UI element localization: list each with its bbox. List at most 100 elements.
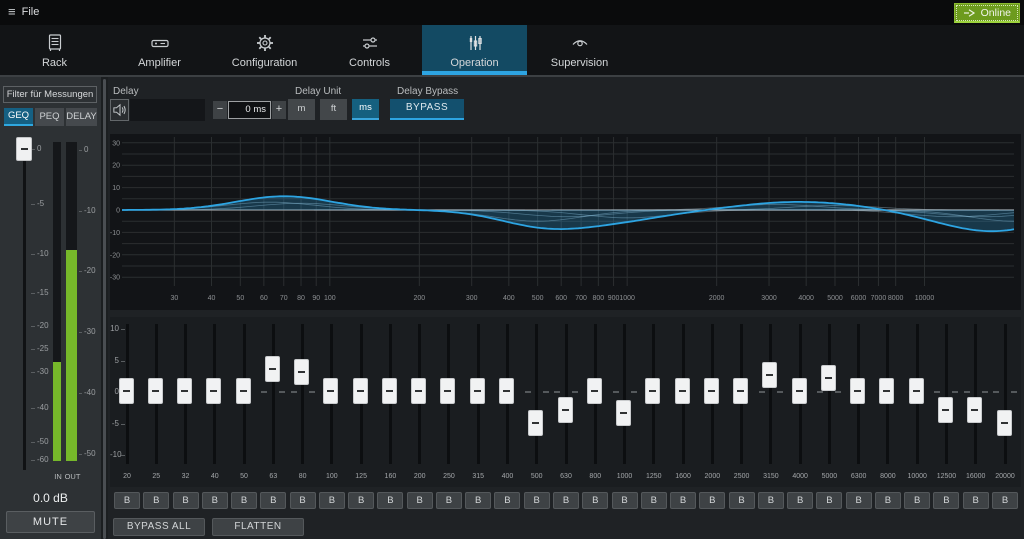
geq-slider-handle-32[interactable] bbox=[177, 378, 192, 404]
band-bypass-button-50[interactable]: B bbox=[231, 492, 257, 509]
meter-tick-label: -40 bbox=[84, 389, 96, 397]
geq-slider-handle-80[interactable] bbox=[294, 359, 309, 385]
band-bypass-button-2000[interactable]: B bbox=[699, 492, 725, 509]
geq-slider-handle-5000[interactable] bbox=[821, 365, 836, 391]
band-bypass-button-630[interactable]: B bbox=[553, 492, 579, 509]
file-menu[interactable]: ≡ File bbox=[8, 5, 39, 19]
geq-slider-handle-3150[interactable] bbox=[762, 362, 777, 388]
filter-tab-geq[interactable]: GEQ bbox=[4, 108, 33, 126]
tab-operation[interactable]: Operation bbox=[422, 25, 527, 75]
geq-slider-handle-200[interactable] bbox=[411, 378, 426, 404]
delay-increment-button[interactable]: + bbox=[272, 101, 286, 119]
geq-slider-track-12500[interactable] bbox=[945, 324, 948, 464]
master-fader-handle[interactable] bbox=[16, 137, 32, 161]
geq-slider-handle-1600[interactable] bbox=[675, 378, 690, 404]
band-bypass-button-125[interactable]: B bbox=[348, 492, 374, 509]
band-bypass-button-250[interactable]: B bbox=[436, 492, 462, 509]
band-bypass-button-12500[interactable]: B bbox=[933, 492, 959, 509]
geq-slider-handle-125[interactable] bbox=[353, 378, 368, 404]
geq-slider-handle-800[interactable] bbox=[587, 378, 602, 404]
band-bypass-button-25[interactable]: B bbox=[143, 492, 169, 509]
geq-slider-handle-40[interactable] bbox=[206, 378, 221, 404]
band-bypass-button-1250[interactable]: B bbox=[641, 492, 667, 509]
band-bypass-button-2500[interactable]: B bbox=[729, 492, 755, 509]
monitor-speaker-button[interactable] bbox=[110, 99, 129, 121]
geq-slider-handle-6300[interactable] bbox=[850, 378, 865, 404]
band-bypass-button-3150[interactable]: B bbox=[758, 492, 784, 509]
band-bypass-button-32[interactable]: B bbox=[173, 492, 199, 509]
unit-button-m[interactable]: m bbox=[288, 99, 315, 120]
geq-slider-handle-63[interactable] bbox=[265, 356, 280, 382]
channel-name-field[interactable] bbox=[130, 99, 205, 121]
geq-slider-handle-20[interactable] bbox=[119, 378, 134, 404]
mute-button[interactable]: MUTE bbox=[6, 511, 95, 533]
tab-controls[interactable]: Controls bbox=[317, 25, 422, 75]
geq-slider-track-3150[interactable] bbox=[769, 324, 772, 464]
geq-slider-track-5000[interactable] bbox=[828, 324, 831, 464]
band-bypass-button-315[interactable]: B bbox=[465, 492, 491, 509]
geq-slider-handle-8000[interactable] bbox=[879, 378, 894, 404]
band-bypass-button-8000[interactable]: B bbox=[875, 492, 901, 509]
band-bypass-button-5000[interactable]: B bbox=[816, 492, 842, 509]
geq-slider-handle-10000[interactable] bbox=[909, 378, 924, 404]
tab-configuration[interactable]: Configuration bbox=[212, 25, 317, 75]
band-bypass-button-20[interactable]: B bbox=[114, 492, 140, 509]
geq-slider-handle-160[interactable] bbox=[382, 378, 397, 404]
geq-slider-handle-100[interactable] bbox=[323, 378, 338, 404]
delay-bypass-button[interactable]: BYPASS bbox=[390, 99, 464, 120]
geq-slider-track-80[interactable] bbox=[301, 324, 304, 464]
geq-slider-track-1000[interactable] bbox=[623, 324, 626, 464]
band-bypass-button-500[interactable]: B bbox=[524, 492, 550, 509]
band-bypass-button-20000[interactable]: B bbox=[992, 492, 1018, 509]
geq-slider-handle-25[interactable] bbox=[148, 378, 163, 404]
band-bypass-button-800[interactable]: B bbox=[582, 492, 608, 509]
band-bypass-button-200[interactable]: B bbox=[407, 492, 433, 509]
tab-amplifier[interactable]: Amplifier bbox=[107, 25, 212, 75]
geq-slider-handle-400[interactable] bbox=[499, 378, 514, 404]
geq-slider-handle-1250[interactable] bbox=[645, 378, 660, 404]
geq-slider-handle-2000[interactable] bbox=[704, 378, 719, 404]
geq-slider-handle-630[interactable] bbox=[558, 397, 573, 423]
band-bypass-button-160[interactable]: B bbox=[377, 492, 403, 509]
delay-decrement-button[interactable]: − bbox=[213, 101, 227, 119]
geq-slider-handle-2500[interactable] bbox=[733, 378, 748, 404]
scrollbar-thumb[interactable] bbox=[103, 79, 106, 539]
band-bypass-button-40[interactable]: B bbox=[202, 492, 228, 509]
online-button[interactable]: Online bbox=[954, 3, 1020, 23]
filter-tab-peq[interactable]: PEQ bbox=[35, 108, 64, 126]
band-bypass-button-4000[interactable]: B bbox=[787, 492, 813, 509]
geq-slider-handle-12500[interactable] bbox=[938, 397, 953, 423]
band-bypass-button-80[interactable]: B bbox=[290, 492, 316, 509]
tab-supervision[interactable]: Supervision bbox=[527, 25, 632, 75]
bypass-all-button[interactable]: BYPASS ALL bbox=[113, 518, 205, 536]
geq-slider-track-630[interactable] bbox=[565, 324, 568, 464]
delay-value-field[interactable]: 0 ms bbox=[228, 101, 271, 119]
geq-slider-handle-4000[interactable] bbox=[792, 378, 807, 404]
geq-slider-track-20000[interactable] bbox=[1004, 324, 1007, 464]
band-bypass-button-16000[interactable]: B bbox=[963, 492, 989, 509]
geq-slider-track-63[interactable] bbox=[272, 324, 275, 464]
band-bypass-button-6300[interactable]: B bbox=[846, 492, 872, 509]
geq-slider-handle-250[interactable] bbox=[440, 378, 455, 404]
flatten-button[interactable]: FLATTEN bbox=[212, 518, 304, 536]
band-bypass-button-1000[interactable]: B bbox=[612, 492, 638, 509]
band-bypass-button-1600[interactable]: B bbox=[670, 492, 696, 509]
unit-button-ft[interactable]: ft bbox=[320, 99, 347, 120]
tab-rack[interactable]: Rack bbox=[2, 25, 107, 75]
geq-slider-handle-20000[interactable] bbox=[997, 410, 1012, 436]
unit-button-ms[interactable]: ms bbox=[352, 99, 379, 120]
sidebar-scrollbar[interactable] bbox=[101, 77, 108, 539]
geq-slider-track-500[interactable] bbox=[535, 324, 538, 464]
geq-slider-handle-16000[interactable] bbox=[967, 397, 982, 423]
filter-tab-delay[interactable]: DELAY bbox=[66, 108, 97, 126]
band-bypass-button-10000[interactable]: B bbox=[904, 492, 930, 509]
geq-slider-handle-1000[interactable] bbox=[616, 400, 631, 426]
geq-slider-handle-50[interactable] bbox=[236, 378, 251, 404]
geq-slider-handle-500[interactable] bbox=[528, 410, 543, 436]
band-bypass-button-63[interactable]: B bbox=[260, 492, 286, 509]
geq-slider-handle-315[interactable] bbox=[470, 378, 485, 404]
band-bypass-button-400[interactable]: B bbox=[494, 492, 520, 509]
master-fader-track[interactable] bbox=[23, 142, 26, 470]
geq-slider-track-16000[interactable] bbox=[974, 324, 977, 464]
band-bypass-button-100[interactable]: B bbox=[319, 492, 345, 509]
